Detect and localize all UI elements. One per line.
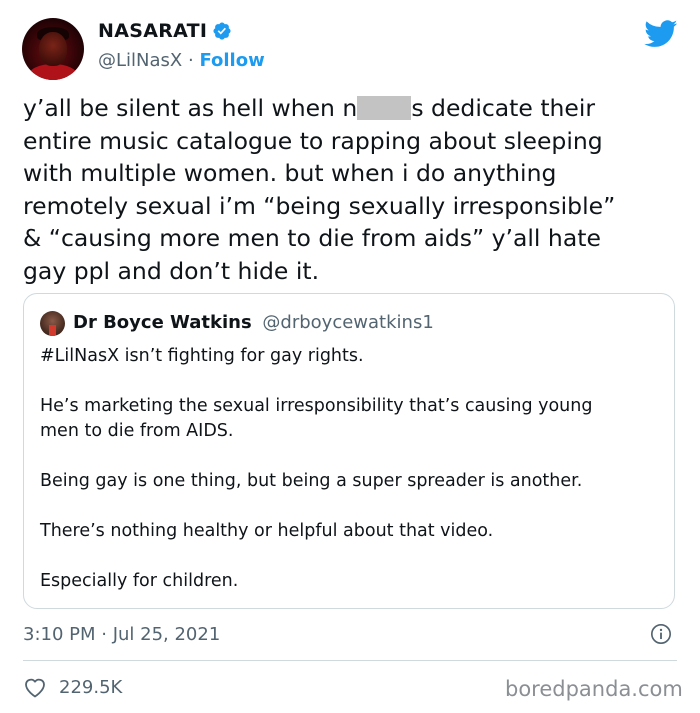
quoted-author-avatar[interactable] xyxy=(40,311,65,336)
tweet-line: with multiple women. but when i do anyth… xyxy=(23,159,557,187)
tweet-text: y’all be silent as hell when ns dedicate… xyxy=(23,92,688,287)
verified-badge-icon xyxy=(213,22,231,40)
quoted-paragraph: men to die from AIDS. xyxy=(40,421,234,441)
quoted-tweet[interactable]: Dr Boyce Watkins @drboycewatkins1 #LilNa… xyxy=(23,293,675,609)
like-action[interactable]: 229.5K xyxy=(23,676,122,698)
quoted-paragraph: Especially for children. xyxy=(40,571,239,591)
tweet-line: & “causing more men to die from aids” y’… xyxy=(23,224,601,252)
author-avatar[interactable] xyxy=(22,18,84,80)
quoted-paragraph: There’s nothing healthy or helpful about… xyxy=(40,521,494,541)
twitter-bird-icon[interactable] xyxy=(644,20,678,48)
quoted-tweet-header: Dr Boyce Watkins @drboycewatkins1 xyxy=(73,312,434,333)
tweet-timestamp[interactable]: 3:10 PM · Jul 25, 2021 xyxy=(23,624,220,645)
quoted-paragraph: Being gay is one thing, but being a supe… xyxy=(40,471,583,491)
tweet-line: gay ppl and don’t hide it. xyxy=(23,256,320,285)
quoted-author-name[interactable]: Dr Boyce Watkins xyxy=(73,312,252,333)
tweet-line: entire music catalogue to rapping about … xyxy=(23,126,603,155)
redaction-block xyxy=(357,96,412,120)
like-count: 229.5K xyxy=(59,676,123,698)
divider xyxy=(23,660,677,661)
heart-icon[interactable] xyxy=(23,676,47,698)
quoted-paragraph: #LilNasX isn’t fighting for gay rights. xyxy=(40,346,364,366)
quoted-paragraph: He’s marketing the sexual irresponsibili… xyxy=(40,396,593,416)
quoted-author-handle[interactable]: @drboycewatkins1 xyxy=(262,312,433,333)
info-icon[interactable] xyxy=(650,623,672,645)
tweet-line: remotely sexual i’m “being sexually irre… xyxy=(23,191,616,220)
author-handle[interactable]: @LilNasX xyxy=(98,50,182,71)
quoted-tweet-body: #LilNasX isn’t fighting for gay rights. … xyxy=(40,344,660,594)
author-name-row[interactable]: NASARATI xyxy=(98,20,232,42)
author-display-name[interactable]: NASARATI xyxy=(98,20,207,42)
source-watermark: boredpanda.com xyxy=(505,677,683,701)
tweet-card: NASARATI @LilNasX · Follow y’all be sile… xyxy=(0,0,700,713)
handle-separator: · xyxy=(187,50,194,71)
follow-button[interactable]: Follow xyxy=(199,50,264,71)
tweet-line: y’all be silent as hell when ns dedicate… xyxy=(23,94,596,122)
author-handle-row: @LilNasX · Follow xyxy=(98,50,265,71)
